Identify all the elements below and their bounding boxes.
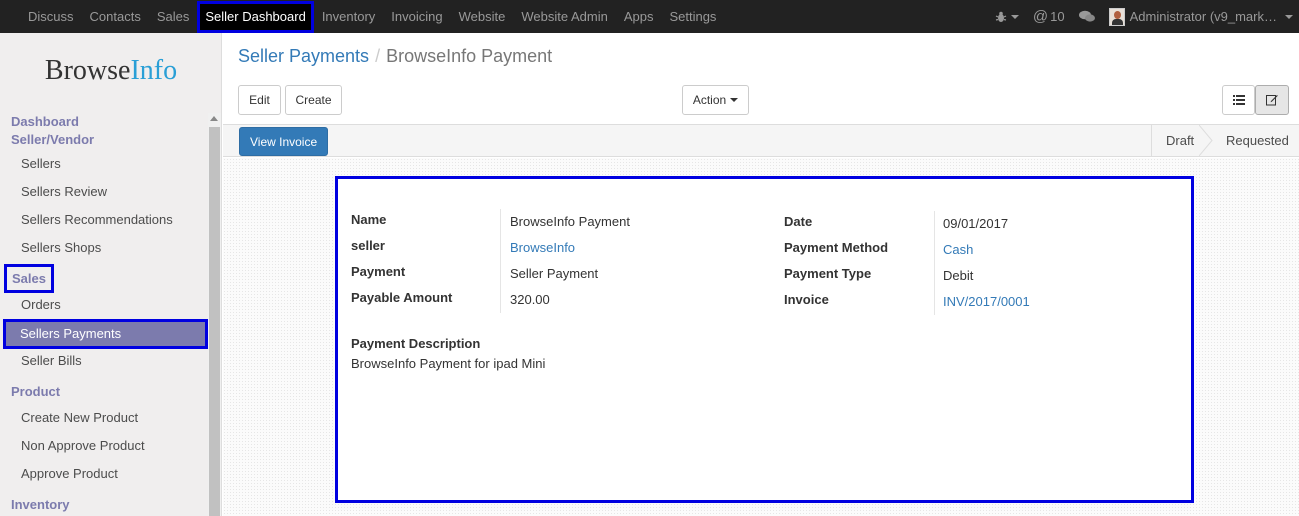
debug-menu[interactable] (995, 11, 1019, 23)
menu-settings[interactable]: Settings (661, 0, 724, 33)
scrollbar-thumb[interactable] (209, 127, 220, 516)
status-divider (1151, 125, 1152, 156)
field-label-payable-amount: Payable Amount (351, 290, 453, 305)
view-invoice-button[interactable]: View Invoice (239, 127, 329, 156)
list-view-button[interactable] (1222, 85, 1255, 115)
field-label-name: Name (351, 212, 387, 227)
breadcrumb: Seller Payments / BrowseInfo Payment (238, 46, 552, 67)
main-content: Seller Payments / BrowseInfo Payment Edit … (223, 33, 1299, 516)
menu-discuss[interactable]: Discuss (20, 0, 82, 33)
field-label-invoice: Invoice (784, 292, 829, 307)
menu-seller-dashboard[interactable]: Seller Dashboard (197, 1, 314, 33)
menu-apps[interactable]: Apps (616, 0, 662, 33)
column-divider (500, 209, 501, 313)
field-label-date: Date (784, 214, 813, 229)
top-navbar: Discuss Contacts Sales Seller Dashboard … (0, 0, 1299, 33)
field-label-payment-method: Payment Method (784, 240, 889, 255)
list-icon (1232, 95, 1245, 105)
field-value-payment-type: Debit (943, 268, 974, 283)
field-value-payment-method[interactable]: Cash (943, 242, 973, 257)
stage-requested[interactable]: Requested (1226, 125, 1289, 156)
status-bar: View Invoice Draft Requested (223, 124, 1299, 157)
stage-arrow-icon (1199, 125, 1213, 156)
chevron-down-icon (1285, 14, 1293, 19)
column-divider (934, 211, 935, 315)
sidebar-item-sellers-payments[interactable]: Sellers Payments (3, 319, 208, 349)
user-name: Administrator (v9_mark… (1129, 9, 1277, 24)
breadcrumb-separator: / (375, 46, 381, 66)
action-dropdown[interactable]: Action (682, 85, 749, 115)
sidebar-item-non-approve-product[interactable]: Non Approve Product (4, 438, 208, 453)
menu-invoicing[interactable]: Invoicing (383, 0, 450, 33)
menu-sales[interactable]: Sales (149, 0, 198, 33)
section-sales[interactable]: Sales (4, 264, 54, 293)
edit-button[interactable]: Edit (238, 85, 281, 115)
at-icon: @ (1032, 8, 1049, 25)
chat-icon (1078, 10, 1095, 22)
sidebar-item-sellers-shops[interactable]: Sellers Shops (4, 240, 208, 255)
scroll-up-icon[interactable] (210, 116, 218, 121)
field-value-date: 09/01/2017 (943, 216, 1009, 231)
sidebar-item-approve-product[interactable]: Approve Product (4, 466, 208, 481)
chat-button[interactable] (1078, 10, 1095, 23)
menu-website-admin[interactable]: Website Admin (513, 0, 615, 33)
logo-text: Browse (44, 55, 131, 86)
chevron-down-icon (1010, 14, 1019, 19)
field-value-seller[interactable]: BrowseInfo (510, 240, 575, 255)
page-title: BrowseInfo Payment (386, 46, 553, 66)
field-label-payment: Payment (351, 264, 406, 279)
menu-inventory[interactable]: Inventory (314, 0, 383, 33)
field-value-payment: Seller Payment (510, 266, 599, 281)
sidebar-item-orders[interactable]: Orders (4, 297, 208, 312)
sidebar-scrollbar[interactable] (208, 113, 221, 516)
mentions-count: 10 (1050, 9, 1065, 24)
field-value-name: BrowseInfo Payment (510, 214, 630, 229)
bug-icon (995, 11, 1007, 22)
sidebar-item-sellers-review[interactable]: Sellers Review (4, 184, 208, 199)
menu-contacts[interactable]: Contacts (82, 0, 149, 33)
field-value-payable-amount: 320.00 (510, 292, 550, 307)
section-dashboard[interactable]: Dashboard Seller/Vendor (4, 113, 124, 149)
section-product[interactable]: Product (4, 384, 60, 399)
logo-accent: Info (130, 55, 178, 86)
app-menu: Discuss Contacts Sales Seller Dashboard … (20, 0, 724, 33)
field-value-invoice[interactable]: INV/2017/0001 (943, 294, 1030, 309)
mentions-counter[interactable]: @ 10 (1033, 8, 1065, 25)
description-text: BrowseInfo Payment for ipad Mini (351, 356, 546, 371)
field-label-seller: seller (351, 238, 385, 253)
menu-website[interactable]: Website (451, 0, 514, 33)
sidebar-item-sellers[interactable]: Sellers (4, 156, 208, 171)
section-inventory[interactable]: Inventory (4, 497, 70, 512)
form-view-button[interactable] (1255, 85, 1289, 115)
breadcrumb-parent[interactable]: Seller Payments (238, 46, 369, 66)
stage-draft[interactable]: Draft (1166, 125, 1194, 156)
sidebar: BrowseInfo Dashboard Seller/Vendor Selle… (0, 33, 222, 516)
create-button[interactable]: Create (285, 85, 342, 115)
field-label-payment-type: Payment Type (784, 266, 872, 281)
sidebar-item-sellers-recommendations[interactable]: Sellers Recommendations (4, 212, 208, 227)
systray: @ 10 Administrator (v9_mark… (995, 0, 1299, 33)
edit-icon (1266, 95, 1278, 106)
sidebar-item-seller-bills[interactable]: Seller Bills (4, 353, 208, 368)
chevron-down-icon (730, 98, 739, 102)
user-menu[interactable]: Administrator (v9_mark… (1108, 7, 1293, 26)
description-label: Payment Description (351, 336, 481, 351)
avatar (1108, 7, 1125, 26)
sidebar-item-create-new-product[interactable]: Create New Product (4, 410, 208, 425)
action-label: Action (692, 93, 727, 107)
form-sheet: Name BrowseInfo Payment seller BrowseInf… (335, 176, 1194, 503)
logo: BrowseInfo (0, 55, 222, 87)
